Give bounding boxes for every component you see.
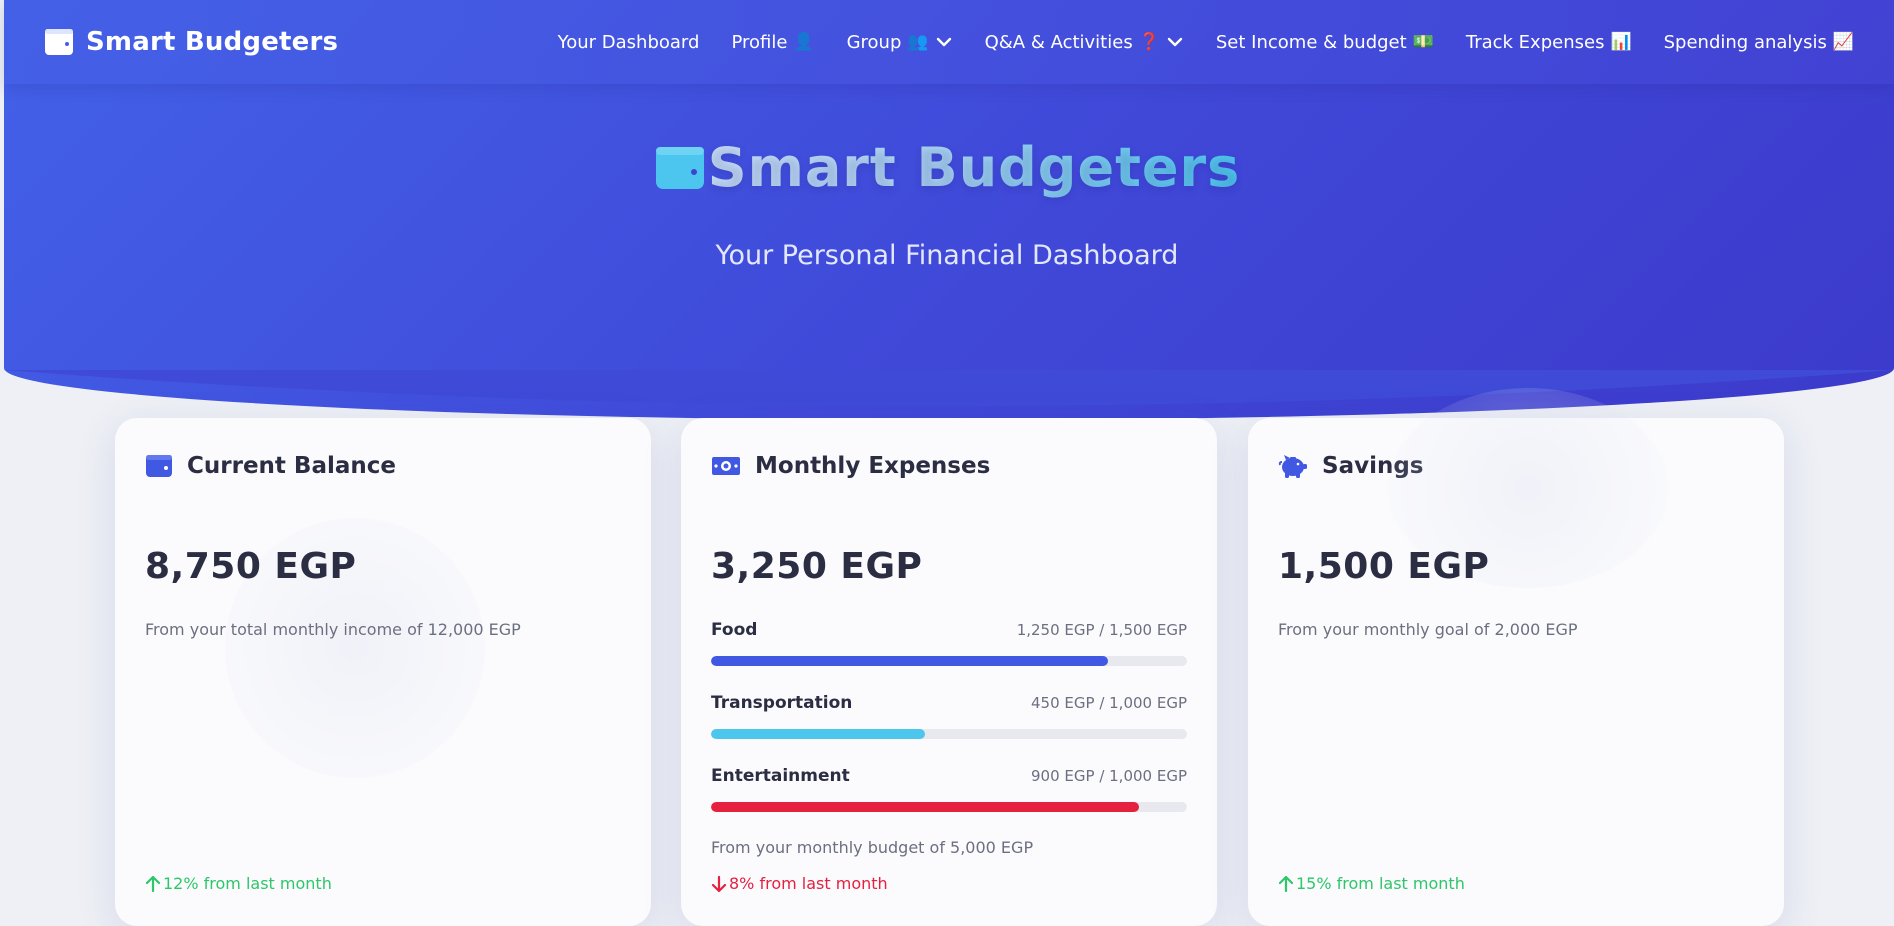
nav-link-label: Q&A & Activities [984,31,1133,53]
brand[interactable]: Smart Budgeters [44,27,338,57]
question-icon: ❓ [1138,32,1160,52]
progress-track [711,729,1187,739]
nav-link-label: Group [846,31,902,53]
expenses-card: Monthly Expenses 3,250 EGP Food 1,250 EG… [681,418,1217,926]
chevron-down-icon [936,37,951,47]
card-header: Current Balance [145,448,621,484]
expenses-trend: 8% from last month [711,874,888,893]
wallet-icon [655,146,704,189]
money-bill-icon [712,457,740,475]
navbar: Smart Budgeters Your Dashboard Profile 👤… [4,0,1894,84]
budget-row-entertainment: Entertainment 900 EGP / 1,000 EGP [711,766,1187,812]
trend-text: 15% from last month [1296,874,1465,893]
hero-title-text: Smart Budgeters [707,136,1241,199]
bar-chart-icon: 📊 [1610,32,1632,52]
piggy-bank-icon [1278,455,1307,478]
nav-link-profile[interactable]: Profile 👤 [731,32,814,53]
nav-link-label: Profile [731,31,788,53]
arrow-up-icon [1278,875,1294,892]
trend-text: 12% from last month [163,874,332,893]
budget-row-food: Food 1,250 EGP / 1,500 EGP [711,620,1187,666]
card-header: Monthly Expenses [711,448,1187,484]
budget-category-name: Transportation [711,693,853,713]
budget-row-transportation: Transportation 450 EGP / 1,000 EGP [711,693,1187,739]
budget-category-value: 900 EGP / 1,000 EGP [1031,767,1187,785]
hero-subtitle: Your Personal Financial Dashboard [715,240,1179,271]
budget-category-value: 450 EGP / 1,000 EGP [1031,694,1187,712]
wallet-icon [146,455,172,477]
savings-note: From your monthly goal of 2,000 EGP [1278,620,1578,639]
progress-fill [711,802,1140,812]
card-title: Monthly Expenses [755,453,991,479]
expenses-amount: 3,250 EGP [711,546,923,587]
progress-fill [711,729,926,739]
nav-link-dashboard[interactable]: Your Dashboard [558,32,700,53]
nav-link-qa[interactable]: Q&A & Activities ❓ [985,32,1184,53]
budget-category-name: Food [711,620,758,640]
nav-link-label: Track Expenses [1465,31,1605,53]
card-title: Current Balance [187,453,396,479]
balance-note: From your total monthly income of 12,000… [145,620,521,639]
nav-link-income-budget[interactable]: Set Income & budget 💵 [1216,32,1434,53]
expenses-note: From your monthly budget of 5,000 EGP [711,838,1034,857]
money-icon: 💵 [1412,32,1434,52]
progress-track [711,802,1187,812]
brand-label: Smart Budgeters [86,27,339,57]
savings-amount: 1,500 EGP [1278,546,1490,587]
nav-link-label: Spending analysis [1663,31,1827,53]
progress-track [711,656,1187,666]
progress-fill [711,656,1108,666]
wallet-icon [45,29,73,55]
budget-category-value: 1,250 EGP / 1,500 EGP [1016,621,1187,639]
nav-links: Your Dashboard Profile 👤 Group 👥 Q&A & A… [558,32,1854,53]
chevron-down-icon [1167,37,1183,47]
savings-trend: 15% from last month [1278,874,1465,893]
budget-category-name: Entertainment [711,766,850,786]
nav-link-track-expenses[interactable]: Track Expenses 📊 [1466,32,1632,53]
trend-text: 8% from last month [729,874,888,893]
hero-title: Smart Budgeters [0,136,1894,199]
user-icon: 👤 [793,32,815,52]
users-icon: 👥 [907,32,929,52]
trend-chart-icon: 📈 [1832,32,1854,52]
arrow-down-icon [711,875,727,892]
arrow-up-icon [145,875,161,892]
nav-link-label: Set Income & budget [1215,31,1407,53]
balance-card: Current Balance 8,750 EGP From your tota… [115,418,651,926]
balance-amount: 8,750 EGP [145,546,357,587]
nav-link-group[interactable]: Group 👥 [847,32,953,53]
savings-card: Savings 1,500 EGP From your monthly goal… [1248,388,1784,926]
balance-trend: 12% from last month [145,874,332,893]
nav-link-spending-analysis[interactable]: Spending analysis 📈 [1664,32,1854,53]
nav-link-label: Your Dashboard [557,31,700,53]
